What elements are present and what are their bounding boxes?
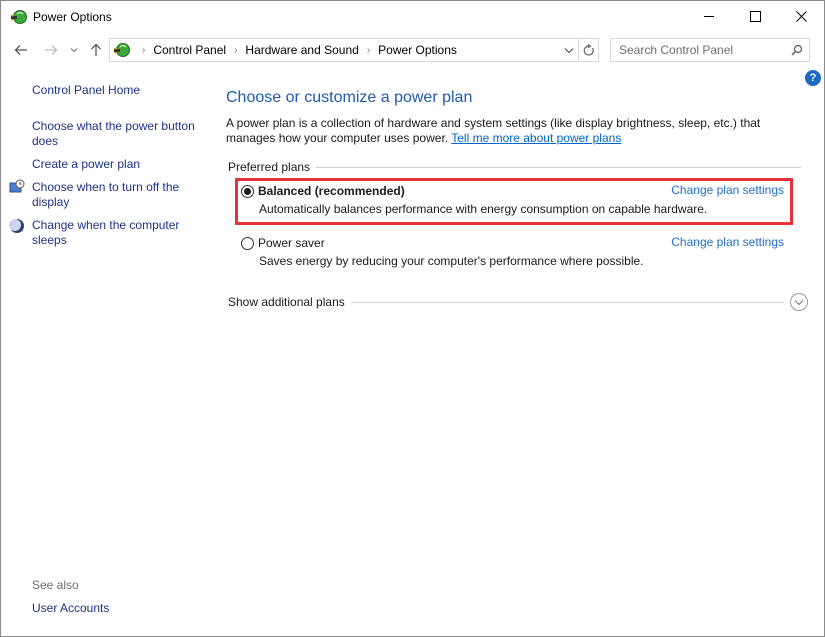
up-arrow-icon — [91, 43, 101, 56]
breadcrumb: › Control Panel › Hardware and Sound › P… — [134, 43, 457, 57]
breadcrumb-control-panel[interactable]: Control Panel — [153, 43, 226, 57]
display-clock-icon — [9, 179, 25, 193]
plan-power-saver-description: Saves energy by reducing your computer's… — [259, 254, 644, 268]
chevron-down-icon — [794, 299, 804, 305]
address-bar[interactable]: › Control Panel › Hardware and Sound › P… — [109, 38, 579, 62]
intro-text: A power plan is a collection of hardware… — [226, 116, 806, 146]
divider — [350, 301, 784, 303]
minimize-button[interactable] — [686, 1, 732, 32]
close-icon — [795, 11, 807, 22]
divider — [316, 166, 801, 168]
search-input[interactable] — [619, 43, 779, 57]
plan-power-saver-radio[interactable] — [241, 236, 254, 250]
forward-button[interactable] — [41, 40, 61, 60]
expand-additional-plans-button[interactable] — [790, 293, 808, 311]
help-icon[interactable]: ? — [805, 70, 821, 86]
sidebar: Control Panel Home Choose what the power… — [1, 81, 216, 631]
maximize-icon — [749, 11, 761, 22]
additional-plans-header: Show additional plans — [228, 293, 808, 311]
minimize-icon — [703, 16, 714, 17]
refresh-icon — [583, 43, 594, 56]
recent-locations-button[interactable] — [67, 40, 81, 60]
power-options-window: Power Options › Control Panel › Hardware… — [0, 0, 825, 637]
tell-me-more-link[interactable]: Tell me more about power plans — [451, 131, 621, 145]
close-button[interactable] — [778, 1, 824, 32]
plan-balanced: Balanced (recommended) Change plan setti… — [241, 183, 786, 216]
sidebar-link-computer-sleeps[interactable]: Change when the computer sleeps — [32, 218, 207, 248]
plan-power-saver-change-settings-link[interactable]: Change plan settings — [671, 235, 784, 249]
maximize-button[interactable] — [732, 1, 778, 32]
sidebar-link-turn-off-display[interactable]: Choose when to turn off the display — [32, 180, 207, 210]
chevron-down-icon — [564, 47, 574, 53]
address-dropdown-button[interactable] — [563, 43, 575, 57]
back-button[interactable] — [11, 40, 31, 60]
window-title: Power Options — [33, 10, 112, 24]
search-icon[interactable] — [791, 44, 803, 56]
search-box[interactable] — [610, 38, 810, 62]
up-button[interactable] — [87, 40, 105, 60]
show-additional-plans-label[interactable]: Show additional plans — [228, 295, 345, 309]
sidebar-link-power-button[interactable]: Choose what the power button does — [32, 119, 207, 149]
plan-balanced-description: Automatically balances performance with … — [259, 202, 708, 216]
navigation-bar: › Control Panel › Hardware and Sound › P… — [1, 37, 824, 63]
refresh-button[interactable] — [579, 38, 599, 62]
plan-power-saver-name[interactable]: Power saver — [258, 236, 325, 250]
plan-power-saver: Power saver Change plan settings Saves e… — [241, 235, 786, 268]
breadcrumb-hardware-and-sound[interactable]: Hardware and Sound — [245, 43, 358, 57]
see-also-label: See also — [32, 578, 79, 592]
power-options-icon — [11, 10, 27, 24]
forward-arrow-icon — [45, 45, 58, 55]
plan-balanced-name[interactable]: Balanced (recommended) — [258, 184, 405, 198]
chevron-right-icon[interactable]: › — [234, 45, 237, 56]
plan-balanced-change-settings-link[interactable]: Change plan settings — [671, 183, 784, 197]
page-title: Choose or customize a power plan — [226, 89, 473, 106]
title-bar: Power Options — [1, 1, 824, 32]
back-arrow-icon — [14, 45, 27, 55]
preferred-plans-label: Preferred plans — [228, 160, 311, 174]
see-also-user-accounts-link[interactable]: User Accounts — [32, 601, 109, 615]
breadcrumb-power-options[interactable]: Power Options — [378, 43, 457, 57]
chevron-right-icon[interactable]: › — [142, 45, 145, 56]
power-options-icon — [114, 43, 130, 57]
sidebar-link-control-panel-home[interactable]: Control Panel Home — [32, 83, 207, 98]
chevron-right-icon[interactable]: › — [367, 45, 370, 56]
chevron-down-icon — [70, 48, 78, 53]
plan-balanced-radio[interactable] — [241, 184, 254, 198]
preferred-plans-header: Preferred plans — [228, 160, 801, 174]
moon-icon — [9, 219, 24, 233]
sidebar-link-create-power-plan[interactable]: Create a power plan — [32, 157, 207, 172]
